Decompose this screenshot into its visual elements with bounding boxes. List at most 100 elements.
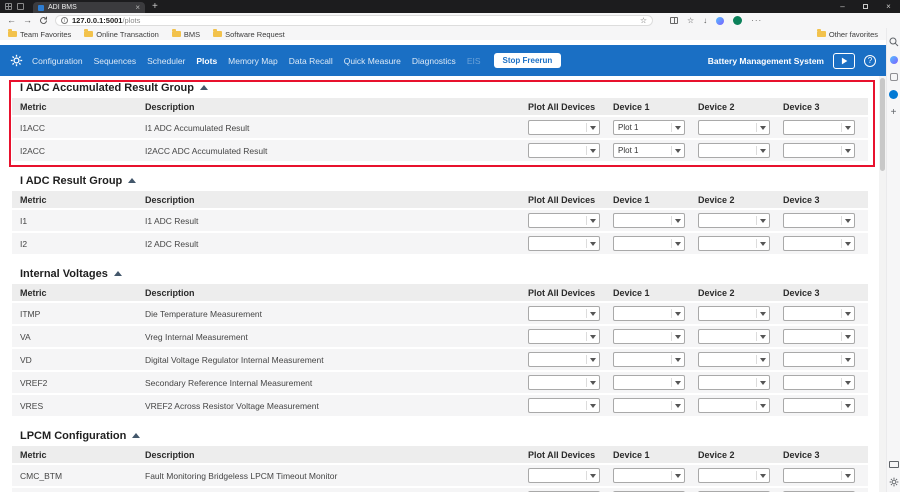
profile-avatar[interactable] (733, 16, 742, 25)
table-row: ITMP Die Temperature Measurement (12, 303, 868, 324)
device-1-select[interactable] (613, 352, 685, 367)
nav-item-scheduler[interactable]: Scheduler (147, 56, 185, 66)
refresh-button[interactable] (39, 16, 48, 25)
sidebar-settings-gear-icon[interactable] (889, 477, 899, 487)
device-1-select[interactable] (613, 213, 685, 228)
device-3-select[interactable] (783, 143, 855, 158)
browser-tab[interactable]: ADI BMS × (33, 2, 145, 13)
scrollbar-thumb[interactable] (880, 78, 885, 171)
device-1-select[interactable] (613, 236, 685, 251)
nav-item-diagnostics[interactable]: Diagnostics (412, 56, 456, 66)
group-header[interactable]: I ADC Result Group (20, 174, 886, 187)
maximize-icon (863, 4, 868, 9)
collapse-arrow-icon[interactable] (132, 433, 140, 438)
favorites-icon[interactable]: ☆ (687, 17, 694, 25)
shopping-icon[interactable] (889, 90, 898, 99)
device-3-select[interactable] (783, 468, 855, 483)
add-sidebar-item-icon[interactable]: + (891, 108, 897, 118)
browser-essentials-icon[interactable] (889, 461, 899, 468)
browser-menu-icon[interactable]: ··· (751, 16, 762, 25)
tab-close-icon[interactable]: × (135, 4, 140, 12)
device-2-select[interactable] (698, 329, 770, 344)
plot-all-devices-select[interactable] (528, 375, 600, 390)
device-2-select[interactable] (698, 306, 770, 321)
forward-button[interactable]: → (23, 16, 32, 25)
device-3-select[interactable] (783, 236, 855, 251)
device-3-select[interactable] (783, 375, 855, 390)
plot-all-devices-select[interactable] (528, 329, 600, 344)
window-minimize-button[interactable]: – (831, 0, 854, 13)
nav-item-plots[interactable]: Plots (196, 56, 217, 66)
favorite-item[interactable]: Team Favorites (8, 30, 71, 39)
plot-all-devices-select[interactable] (528, 398, 600, 413)
back-button[interactable]: ← (7, 16, 16, 25)
device-1-select[interactable] (613, 329, 685, 344)
device-1-select[interactable] (613, 375, 685, 390)
copilot-icon[interactable] (716, 17, 724, 25)
site-info-icon[interactable]: i (61, 17, 68, 24)
plot-all-devices-select[interactable] (528, 306, 600, 321)
device-3-select[interactable] (783, 120, 855, 135)
address-bar[interactable]: i 127.0.0.1:5001/plots ☆ (55, 15, 653, 26)
device-3-select[interactable] (783, 398, 855, 413)
col-header-device-2: Device 2 (695, 288, 780, 298)
device-3-select[interactable] (783, 213, 855, 228)
settings-gear-icon[interactable] (10, 54, 23, 67)
workspaces-icon[interactable] (5, 3, 12, 10)
favorite-item[interactable]: BMS (172, 30, 200, 39)
plot-all-devices-select[interactable] (528, 468, 600, 483)
group-header[interactable]: Internal Voltages (20, 267, 886, 280)
tab-actions-icon[interactable] (17, 3, 24, 10)
plot-all-devices-select[interactable] (528, 143, 600, 158)
nav-item-memory-map[interactable]: Memory Map (228, 56, 278, 66)
device-1-select[interactable] (613, 398, 685, 413)
device-1-select[interactable] (613, 468, 685, 483)
downloads-icon[interactable]: ↓ (703, 17, 707, 25)
search-icon[interactable] (889, 37, 899, 47)
page-scrollbar[interactable] (879, 76, 886, 492)
device-2-select[interactable] (698, 143, 770, 158)
new-tab-button[interactable]: + (152, 2, 158, 12)
device-3-select[interactable] (783, 306, 855, 321)
device-2-select[interactable] (698, 398, 770, 413)
favorite-item[interactable]: Online Transaction (84, 30, 159, 39)
device-3-select[interactable] (783, 329, 855, 344)
device-2-select[interactable] (698, 468, 770, 483)
window-maximize-button[interactable] (854, 0, 877, 13)
plot-all-devices-select[interactable] (528, 120, 600, 135)
device-1-select[interactable]: Plot 1 (613, 120, 685, 135)
plot-all-devices-select[interactable] (528, 352, 600, 367)
nav-item-sequences[interactable]: Sequences (94, 56, 137, 66)
play-button[interactable] (833, 53, 855, 69)
device-2-select[interactable] (698, 352, 770, 367)
plot-all-devices-select[interactable] (528, 213, 600, 228)
col-header-description: Description (145, 195, 525, 205)
nav-item-quick-measure[interactable]: Quick Measure (344, 56, 401, 66)
bookmark-star-icon[interactable]: ☆ (640, 16, 647, 25)
device-1-select[interactable] (613, 306, 685, 321)
nav-item-data-recall[interactable]: Data Recall (289, 56, 333, 66)
collapse-arrow-icon[interactable] (200, 85, 208, 90)
nav-item-eis[interactable]: EIS (467, 56, 481, 66)
split-screen-icon[interactable] (670, 17, 678, 24)
group-header[interactable]: LPCM Configuration (20, 429, 886, 442)
favorite-item[interactable]: Software Request (213, 30, 285, 39)
device-3-select[interactable] (783, 352, 855, 367)
collapse-arrow-icon[interactable] (128, 178, 136, 183)
nav-item-configuration[interactable]: Configuration (32, 56, 83, 66)
device-2-select[interactable] (698, 120, 770, 135)
help-button[interactable]: ? (864, 55, 876, 67)
copilot-sidebar-icon[interactable] (890, 56, 898, 64)
plot-all-devices-select[interactable] (528, 236, 600, 251)
stop-freerun-button[interactable]: Stop Freerun (494, 53, 562, 68)
other-favorites[interactable]: Other favorites (817, 30, 878, 39)
collections-icon[interactable] (890, 73, 898, 81)
device-1-select[interactable]: Plot 1 (613, 143, 685, 158)
device-2-select[interactable] (698, 213, 770, 228)
chevron-down-icon (671, 471, 681, 480)
window-close-button[interactable]: × (877, 0, 900, 13)
collapse-arrow-icon[interactable] (114, 271, 122, 276)
device-2-select[interactable] (698, 375, 770, 390)
device-2-select[interactable] (698, 236, 770, 251)
group-header[interactable]: I ADC Accumulated Result Group (20, 81, 886, 94)
